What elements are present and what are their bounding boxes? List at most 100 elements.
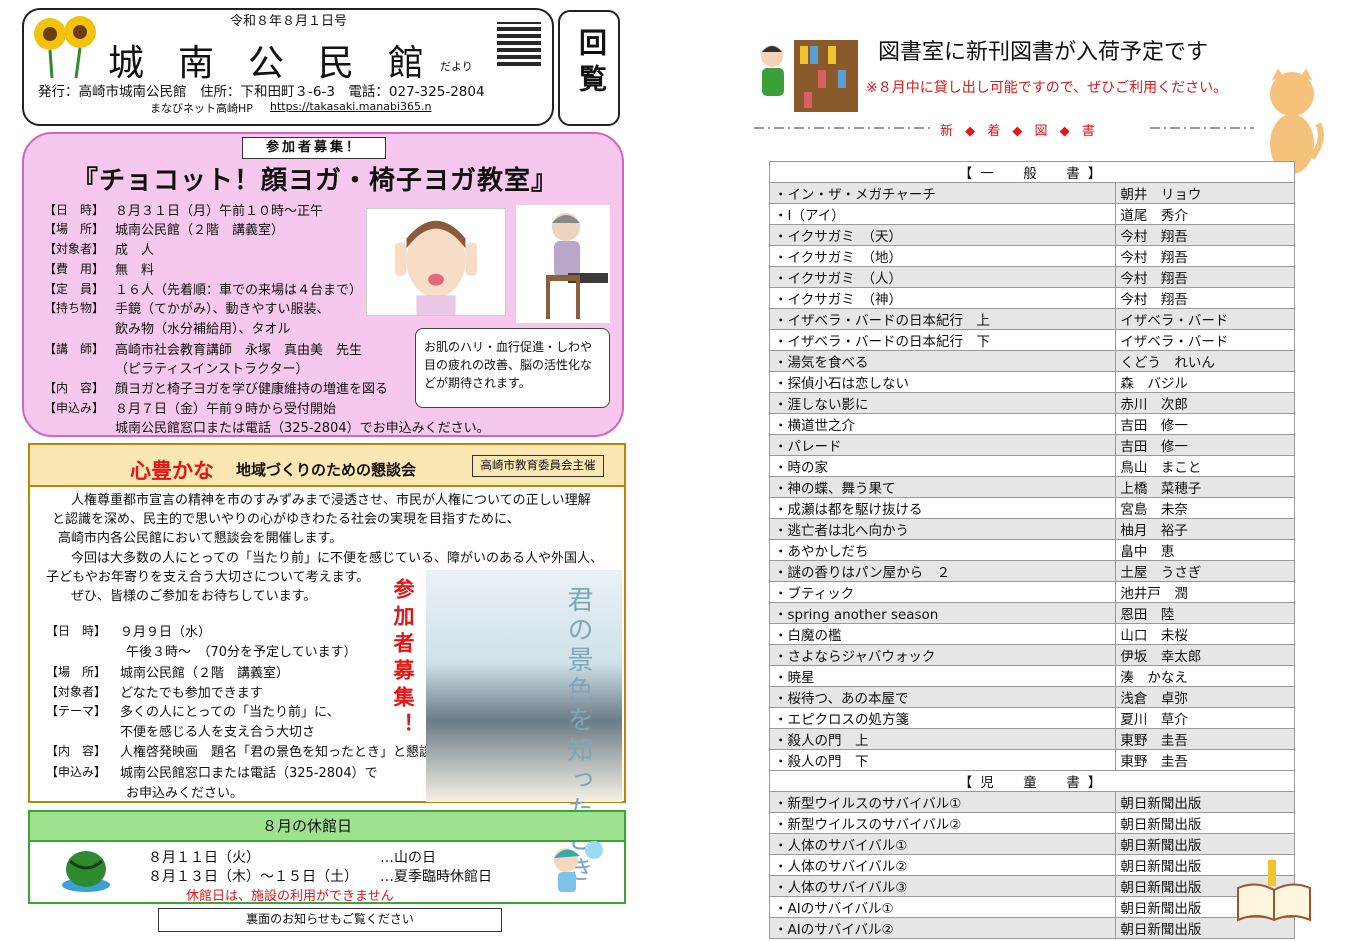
book-title: ・AIのサバイバル② <box>768 917 1117 939</box>
title-suffix: だより <box>440 60 473 73</box>
book-author: 赤川 次郎 <box>1115 392 1295 414</box>
closed-warning: 休館日は、施設の利用ができません <box>186 889 394 904</box>
meeting-detail-label: 【内 容】 <box>46 744 107 758</box>
table-row: ・人体のサバイバル① 朝日新聞出版 <box>768 833 1295 855</box>
newsletter-title: 城南公民館 <box>108 43 459 84</box>
closed-date-2: ８月１３日（木）～１５日（土） <box>148 869 358 885</box>
book-title: ・イクサガミ （人） <box>768 266 1117 288</box>
book-title: ・イザベラ・バードの日本紀行 上 <box>768 308 1117 330</box>
book-author: 池井戸 潤 <box>1115 581 1295 603</box>
yoga-detail-label: 【対象者】 <box>44 242 105 256</box>
library-title: 図書室に新刊図書が入荷予定です <box>878 40 1209 65</box>
book-title: ・イン・ザ・メガチャーチ <box>768 182 1117 204</box>
meeting-title-highlight: 心豊かな <box>130 459 214 483</box>
book-author: 浅倉 卓弥 <box>1115 686 1295 708</box>
book-title: ・さよならジャバウォック <box>768 644 1117 666</box>
meeting-detail-label: 【場 所】 <box>46 665 107 679</box>
table-row: ・パレード 吉田 修一 <box>768 434 1295 456</box>
table-row: ・人体のサバイバル③ 朝日新聞出版 <box>768 875 1295 897</box>
book-author: 畠中 恵 <box>1115 539 1295 561</box>
book-title: ・イクサガミ （神） <box>768 287 1117 309</box>
yoga-detail-label: 【申込み】 <box>44 401 105 415</box>
book-title: ・ブティック <box>768 581 1117 603</box>
recruit-vertical: 参加者募集！ <box>391 578 415 740</box>
new-books-table: 【一 般 書】 ・イン・ザ・メガチャーチ 朝井 リョウ ・I（アイ） 道尾 秀介 ・イクサ… <box>768 161 1295 939</box>
open-book-icon <box>1237 860 1311 922</box>
books-section-heading: 【児 童 書】 <box>769 770 1295 792</box>
book-title: ・桜待つ、あの本屋で <box>768 686 1117 708</box>
books-section-row: 【児 童 書】 <box>769 770 1295 792</box>
table-row: ・謎の香りはパン屋から ２ 土屋 うさぎ <box>768 560 1295 582</box>
book-title: ・神の蝶、舞う果て <box>768 476 1117 498</box>
book-title: ・パレード <box>768 434 1117 456</box>
table-row: ・イザベラ・バードの日本紀行 下イザベラ・バード <box>768 329 1295 351</box>
book-author: 柚月 裕子 <box>1115 518 1295 540</box>
book-title: ・人体のサバイバル② <box>768 854 1117 876</box>
table-row: ・イザベラ・バードの日本紀行 上イザベラ・バード <box>768 308 1295 330</box>
table-row: ・新型ウイルスのサバイバル② 朝日新聞出版 <box>768 812 1295 834</box>
yoga-detail-value: 高崎市社会教育講師 永塚 真由美 先生 <box>115 343 363 358</box>
book-title: ・暁星 <box>768 665 1117 687</box>
yoga-detail-label: 【場 所】 <box>44 222 105 236</box>
book-author: 湊 かなえ <box>1115 665 1295 687</box>
book-author: 朝日新聞出版 <box>1115 833 1295 855</box>
table-row: ・イクサガミ （神） 今村 翔吾 <box>768 287 1295 309</box>
book-title: ・新型ウイルスのサバイバル① <box>768 791 1117 813</box>
yoga-detail-label: 【費 用】 <box>44 262 105 276</box>
table-row: ・spring another season 恩田 陸 <box>768 602 1295 624</box>
meeting-host: 高崎市教育委員会主催 <box>472 455 604 477</box>
meeting-intro-line: 高崎市内各公民館において懇談会を開催します。 <box>58 531 343 547</box>
table-row: ・湯気を食べる くどう れいん <box>768 350 1295 372</box>
face-yoga-illustration <box>366 208 506 316</box>
table-row: ・殺人の門 上東野 圭吾 <box>768 728 1295 750</box>
book-title: ・新型ウイルスのサバイバル② <box>768 812 1117 834</box>
books-section-heading: 【一 般 書】 <box>769 161 1295 183</box>
publisher-info: 発行：高崎市城南公民館 住所：下和田町３-6-3 電話：027-325-2804 <box>38 84 485 100</box>
book-title: ・あやかしだち <box>768 539 1117 561</box>
meeting-detail-value: どなたでも参加できます <box>120 686 263 701</box>
table-row: ・ブティック 池井戸 潤 <box>768 581 1295 603</box>
qr-code-icon <box>497 22 541 66</box>
book-author: 山口 未桜 <box>1115 623 1295 645</box>
boy-icon <box>554 841 603 892</box>
book-author: 東野 圭吾 <box>1115 728 1295 750</box>
yoga-detail-value: ８月３１日（月）午前１０時～正午 <box>115 204 324 219</box>
book-author: 今村 翔吾 <box>1115 266 1295 288</box>
table-row: ・AIのサバイバル① 朝日新聞出版 <box>768 896 1295 918</box>
book-title: ・I（アイ） <box>768 203 1117 225</box>
yoga-detail-value: 無 料 <box>115 263 155 278</box>
yoga-detail-value: １６人（先着順：車での来場は４台まで） <box>115 283 363 298</box>
meeting-detail-value: 人権啓発映画 題名「君の景色を知ったとき」と懇談会 <box>120 745 446 760</box>
yoga-detail-value: ８月７日（金）午前９時から受付開始 <box>115 402 337 417</box>
table-row: ・イクサガミ （天） 今村 翔吾 <box>768 224 1295 246</box>
book-author: 土屋 うさぎ <box>1115 560 1295 582</box>
table-row: ・探偵小石は恋しない森 バジル <box>768 371 1295 393</box>
meeting-detail-value: 城南公民館（２階 講義室） <box>120 666 290 681</box>
book-title: ・時の家 <box>768 455 1117 477</box>
book-title: ・湯気を食べる <box>768 350 1117 372</box>
table-row: ・白魔の檻 山口 未桜 <box>768 623 1295 645</box>
yoga-detail-value: 城南公民館窓口または電話（325-2804）でお申込みください。 <box>115 421 490 436</box>
book-title: ・殺人の門 下 <box>768 749 1117 771</box>
book-author: 宮島 未奈 <box>1115 497 1295 519</box>
benefit-bubble: お肌のハリ・血行促進・しわや目の疲れの改善、脳の活性化などが期待されます。 <box>415 328 610 408</box>
book-author: 鳥山 まこと <box>1115 455 1295 477</box>
meeting-detail-label: 【日 時】 <box>46 624 107 638</box>
book-author: 吉田 修一 <box>1115 434 1295 456</box>
table-row: ・あやかしだち 畠中 恵 <box>768 539 1295 561</box>
library-bookshelf-icon <box>761 40 858 112</box>
web-url-link[interactable]: https://takasaki.manabi365.n <box>270 100 431 113</box>
book-title: ・人体のサバイバル① <box>768 833 1117 855</box>
footer-note: 裏面のお知らせもご覧ください <box>158 908 502 932</box>
yoga-detail-label: 【日 時】 <box>44 203 105 217</box>
table-row: ・成瀬は都を駆け抜ける 宮島 未奈 <box>768 497 1295 519</box>
book-author: 伊坂 幸太郎 <box>1115 644 1295 666</box>
meeting-detail-value: 多くの人にとっての「当たり前」に、 <box>120 705 340 720</box>
book-author: 恩田 陸 <box>1115 602 1295 624</box>
book-title: ・謎の香りはパン屋から ２ <box>768 560 1117 582</box>
book-title: ・涯しない影に <box>768 392 1117 414</box>
meeting-detail-label: 【テーマ】 <box>46 704 107 718</box>
book-title: ・AIのサバイバル① <box>768 896 1117 918</box>
meeting-detail-value: 午後３時～ （70分を予定しています） <box>126 645 357 660</box>
table-row: ・さよならジャバウォック 伊坂 幸太郎 <box>768 644 1295 666</box>
